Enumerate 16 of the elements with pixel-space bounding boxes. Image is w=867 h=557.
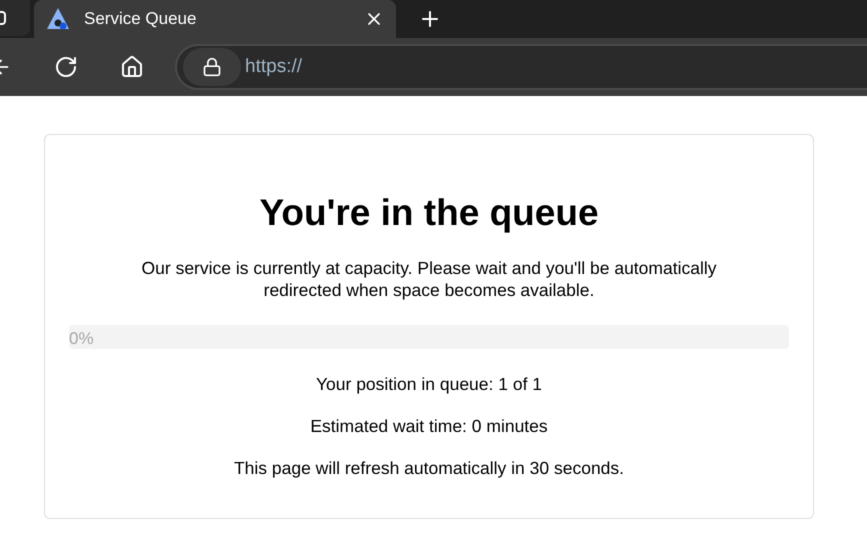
tab-title: Service Queue	[84, 8, 198, 30]
lock-button[interactable]	[183, 48, 241, 86]
browser-tab[interactable]: Service Queue	[34, 0, 396, 38]
background-tab[interactable]	[0, 0, 30, 36]
queue-title: You're in the queue	[259, 191, 599, 235]
triangle-logo-icon	[46, 7, 70, 31]
address-bar[interactable]: https://	[175, 44, 867, 90]
lock-icon	[202, 57, 222, 77]
refresh-icon[interactable]	[54, 55, 78, 79]
home-icon[interactable]	[120, 55, 144, 79]
status-text: This page will refresh automatically in 30 seconds.	[234, 456, 624, 478]
queue-message: Our service is currently at capacity. Please wait and you'll be automatically redirected when space becomes available.	[140, 256, 718, 300]
status-text: Estimated wait time: 0 minutes	[310, 414, 548, 436]
url-text: https://	[245, 54, 302, 79]
progress-label: 0%	[69, 328, 94, 350]
status-text: Your position in queue: 1 of 1	[316, 372, 542, 394]
